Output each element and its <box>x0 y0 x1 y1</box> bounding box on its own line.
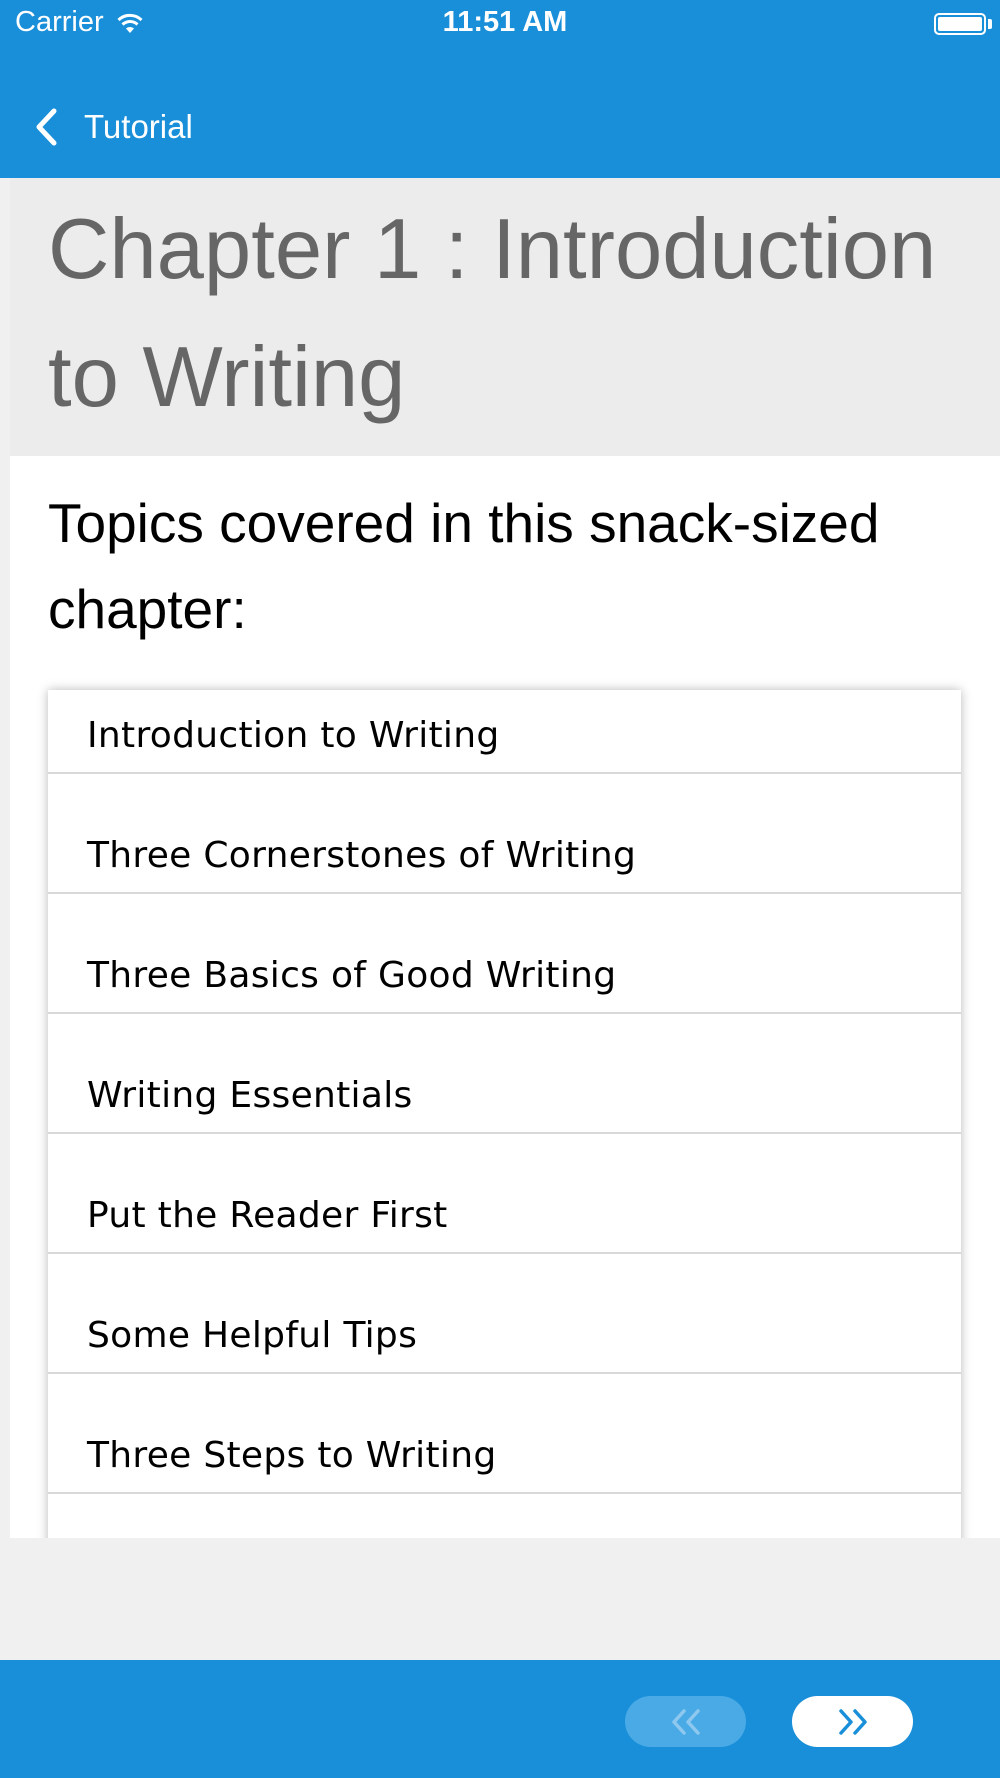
double-chevron-left-icon <box>671 1708 700 1735</box>
battery-level <box>938 17 982 31</box>
next-button[interactable] <box>792 1696 913 1747</box>
back-button-label: Tutorial <box>84 108 193 145</box>
battery-tip <box>988 19 992 29</box>
status-time: 11:51 AM <box>442 6 568 38</box>
app-screen: Carrier 11:51 AM Tutorial Chapter 1 : In… <box>0 0 1000 1778</box>
topic-label: Writing Essentials <box>87 1075 413 1116</box>
topic-list: Introduction to Writing Three Cornerston… <box>48 690 961 1538</box>
top-header: Carrier 11:51 AM Tutorial <box>0 0 1000 178</box>
double-chevron-right-icon <box>838 1708 867 1735</box>
topic-label: Three Cornerstones of Writing <box>87 835 637 876</box>
topic-list-item[interactable]: Introduction to Writing <box>48 690 961 774</box>
topic-label: Introduction to Writing <box>87 715 500 756</box>
topic-label: Three Steps to Writing <box>87 1435 497 1476</box>
topic-list-item[interactable]: Writing Essentials <box>48 1014 961 1134</box>
topic-label: Some Helpful Tips <box>87 1315 418 1356</box>
topic-list-item[interactable]: Three Steps to Writing <box>48 1374 961 1494</box>
back-button[interactable]: Tutorial <box>32 98 193 156</box>
chapter-header: Chapter 1 : Introduction to Writing <box>10 178 1000 456</box>
topic-list-item[interactable]: Some Helpful Tips <box>48 1254 961 1374</box>
topic-label: Put the Reader First <box>87 1195 448 1236</box>
topics-heading: Topics covered in this snack-sized chapt… <box>48 492 880 640</box>
topic-list-item[interactable]: Put the Reader First <box>48 1134 961 1254</box>
chevron-left-icon <box>36 108 57 146</box>
topic-list-item[interactable] <box>48 1494 961 1538</box>
bottom-toolbar <box>0 1660 1000 1778</box>
previous-button[interactable] <box>625 1696 746 1747</box>
battery-icon <box>934 13 986 35</box>
topic-label: Three Basics of Good Writing <box>87 955 617 996</box>
topic-list-item[interactable]: Three Cornerstones of Writing <box>48 774 961 894</box>
chapter-content[interactable]: Topics covered in this snack-sized chapt… <box>10 456 1000 1538</box>
chapter-title: Chapter 1 : Introduction to Writing <box>48 202 937 425</box>
topic-list-item[interactable]: Three Basics of Good Writing <box>48 894 961 1014</box>
